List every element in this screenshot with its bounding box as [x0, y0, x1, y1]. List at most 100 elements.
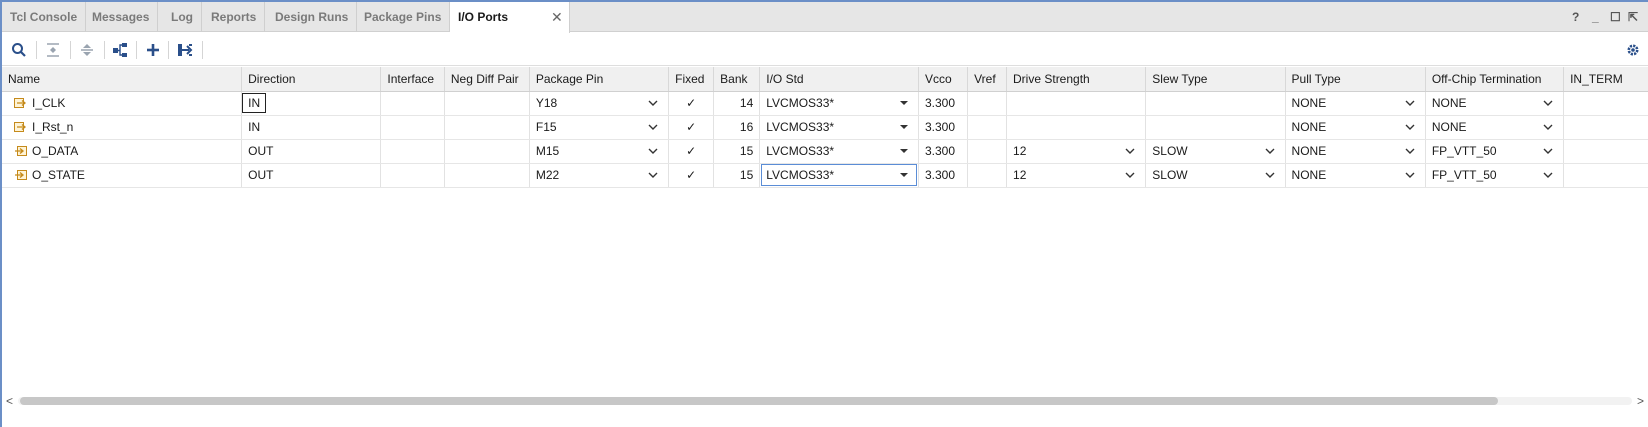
- search-icon[interactable]: [8, 39, 30, 61]
- dropdown-arrow-icon[interactable]: [899, 149, 908, 153]
- package-pin-dropdown[interactable]: Y18: [529, 91, 670, 116]
- io-std-dropdown[interactable]: LVCMOS33*: [759, 163, 919, 188]
- off-chip-termination-dropdown[interactable]: NONE: [1425, 115, 1565, 140]
- column-header-bank[interactable]: Bank: [713, 67, 761, 92]
- io-std-dropdown[interactable]: LVCMOS33*: [759, 139, 919, 164]
- tab-log[interactable]: Log: [163, 2, 202, 32]
- vcco-cell: 3.300: [918, 115, 969, 140]
- group-icon[interactable]: [109, 39, 131, 61]
- pull-type-dropdown[interactable]: NONE: [1285, 163, 1426, 188]
- chevron-down-icon[interactable]: [1543, 148, 1553, 154]
- direction-cell[interactable]: OUT: [241, 139, 382, 164]
- float-icon[interactable]: ⇱: [1628, 2, 1638, 32]
- dropdown-arrow-icon[interactable]: [899, 173, 908, 177]
- tab-messages[interactable]: Messages: [84, 2, 159, 32]
- tab-reports[interactable]: Reports: [203, 2, 266, 32]
- off-chip-termination-dropdown[interactable]: FP_VTT_50: [1425, 163, 1565, 188]
- in-term-cell[interactable]: [1563, 91, 1648, 116]
- io-std-dropdown[interactable]: LVCMOS33*: [759, 115, 919, 140]
- export-icon[interactable]: [174, 39, 196, 61]
- in-term-cell[interactable]: [1563, 163, 1648, 188]
- chevron-down-icon[interactable]: [648, 100, 658, 106]
- drive-strength-dropdown[interactable]: 12: [1006, 163, 1147, 188]
- pull-type-dropdown[interactable]: NONE: [1285, 139, 1426, 164]
- direction-cell[interactable]: IN: [241, 115, 382, 140]
- table-row[interactable]: I_Rst_n IN F15 ✓ 16 LVCMOS33* 3.300 NONE…: [2, 115, 1648, 140]
- column-header-direction[interactable]: Direction: [241, 67, 382, 92]
- package-pin-dropdown[interactable]: M22: [529, 163, 670, 188]
- tab-design-runs[interactable]: Design Runs: [267, 2, 358, 32]
- in-term-cell[interactable]: [1563, 115, 1648, 140]
- package-pin-dropdown[interactable]: M15: [529, 139, 670, 164]
- off-chip-termination-dropdown[interactable]: FP_VTT_50: [1425, 139, 1565, 164]
- add-icon[interactable]: [142, 39, 164, 61]
- tab-tcl-console[interactable]: Tcl Console: [2, 2, 87, 32]
- scroll-right-icon[interactable]: >: [1637, 394, 1644, 408]
- direction-cell[interactable]: OUT: [241, 163, 382, 188]
- chevron-down-icon[interactable]: [1543, 100, 1553, 106]
- chevron-down-icon[interactable]: [648, 172, 658, 178]
- horizontal-scrollbar[interactable]: < >: [2, 394, 1648, 408]
- direction-cell[interactable]: IN: [242, 93, 267, 113]
- fixed-checkbox[interactable]: ✓: [668, 115, 715, 140]
- help-icon[interactable]: ?: [1572, 2, 1579, 32]
- column-header-neg-diff-pair[interactable]: Neg Diff Pair: [444, 67, 530, 92]
- table-row[interactable]: I_CLK IN Y18 ✓ 14 LVCMOS33* 3.300 NONE N…: [2, 91, 1648, 116]
- chevron-down-icon[interactable]: [1405, 172, 1415, 178]
- package-pin-dropdown[interactable]: F15: [529, 115, 670, 140]
- scroll-left-icon[interactable]: <: [6, 394, 13, 408]
- column-header-pull-type[interactable]: Pull Type: [1285, 67, 1426, 92]
- bank-cell: 15: [713, 163, 761, 188]
- chevron-down-icon[interactable]: [1265, 172, 1275, 178]
- pull-type-dropdown[interactable]: NONE: [1285, 115, 1426, 140]
- collapse-all-icon[interactable]: [42, 39, 64, 61]
- slew-type-dropdown[interactable]: SLOW: [1145, 163, 1286, 188]
- slew-type-cell[interactable]: [1145, 115, 1286, 140]
- maximize-icon[interactable]: ☐: [1610, 2, 1621, 32]
- column-header-interface[interactable]: Interface: [380, 67, 445, 92]
- drive-strength-cell[interactable]: [1006, 91, 1147, 116]
- chevron-down-icon[interactable]: [1405, 148, 1415, 154]
- fixed-checkbox[interactable]: ✓: [668, 139, 715, 164]
- port-name: I_Rst_n: [32, 120, 74, 134]
- column-header-package-pin[interactable]: Package Pin: [529, 67, 670, 92]
- minimize-icon[interactable]: _: [1592, 2, 1599, 32]
- tab-package-pins[interactable]: Package Pins: [356, 2, 451, 32]
- chevron-down-icon[interactable]: [1405, 124, 1415, 130]
- column-header-drive-strength[interactable]: Drive Strength: [1006, 67, 1147, 92]
- column-header-name[interactable]: Name: [2, 67, 243, 92]
- drive-strength-dropdown[interactable]: 12: [1006, 139, 1147, 164]
- chevron-down-icon[interactable]: [648, 124, 658, 130]
- table-row[interactable]: O_DATA OUT M15 ✓ 15 LVCMOS33* 3.300 12 S…: [2, 139, 1648, 164]
- column-header-slew-type[interactable]: Slew Type: [1145, 67, 1286, 92]
- slew-type-dropdown[interactable]: SLOW: [1145, 139, 1286, 164]
- chevron-down-icon[interactable]: [1543, 172, 1553, 178]
- column-header-off-chip-termination[interactable]: Off-Chip Termination: [1425, 67, 1565, 92]
- chevron-down-icon[interactable]: [1265, 148, 1275, 154]
- io-std-dropdown[interactable]: LVCMOS33*: [759, 91, 919, 116]
- fixed-checkbox[interactable]: ✓: [668, 163, 715, 188]
- off-chip-termination-dropdown[interactable]: NONE: [1425, 91, 1565, 116]
- chevron-down-icon[interactable]: [1125, 172, 1135, 178]
- column-header-io-std[interactable]: I/O Std: [759, 67, 919, 92]
- chevron-down-icon[interactable]: [1543, 124, 1553, 130]
- table-row[interactable]: O_STATE OUT M22 ✓ 15 LVCMOS33* 3.300 12 …: [2, 163, 1648, 188]
- drive-strength-cell[interactable]: [1006, 115, 1147, 140]
- settings-icon[interactable]: [1622, 39, 1644, 61]
- column-header-fixed[interactable]: Fixed: [668, 67, 715, 92]
- pull-type-dropdown[interactable]: NONE: [1285, 91, 1426, 116]
- chevron-down-icon[interactable]: [1405, 100, 1415, 106]
- fixed-checkbox[interactable]: ✓: [668, 91, 715, 116]
- close-tab-icon[interactable]: ✕: [551, 2, 563, 32]
- dropdown-arrow-icon[interactable]: [899, 125, 908, 129]
- in-term-cell[interactable]: [1563, 139, 1648, 164]
- dropdown-arrow-icon[interactable]: [899, 101, 908, 105]
- chevron-down-icon[interactable]: [648, 148, 658, 154]
- slew-type-cell[interactable]: [1145, 91, 1286, 116]
- column-header-vcco[interactable]: Vcco: [918, 67, 969, 92]
- chevron-down-icon[interactable]: [1125, 148, 1135, 154]
- column-header-in-term[interactable]: IN_TERM: [1563, 67, 1648, 92]
- scrollbar-thumb[interactable]: [20, 397, 1498, 405]
- column-header-vref[interactable]: Vref: [967, 67, 1008, 92]
- expand-all-icon[interactable]: [76, 39, 98, 61]
